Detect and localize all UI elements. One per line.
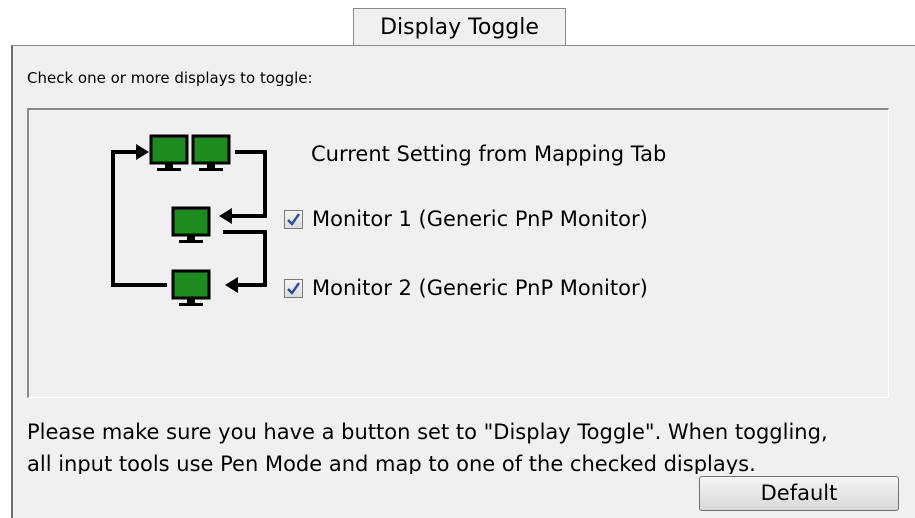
monitor-icon <box>171 269 211 306</box>
monitor-icon <box>149 134 189 171</box>
monitor-1-checkbox[interactable] <box>284 209 303 229</box>
monitor-1-option[interactable]: Monitor 1 (Generic PnP Monitor) <box>284 204 648 234</box>
monitor-icon <box>191 134 231 171</box>
monitor-icon <box>171 206 211 243</box>
checkmark-icon <box>287 281 300 295</box>
note-line: Please make sure you have a button set t… <box>27 420 828 444</box>
info-note: Please make sure you have a button set t… <box>27 416 907 474</box>
note-line: all input tools use Pen Mode and map to … <box>27 452 756 474</box>
monitor-2-label: Monitor 2 (Generic PnP Monitor) <box>312 276 648 300</box>
tab-display-toggle[interactable]: Display Toggle <box>353 8 566 46</box>
current-setting-label: Current Setting from Mapping Tab <box>311 142 667 166</box>
display-group-box: Current Setting from Mapping Tab Monitor… <box>27 108 889 398</box>
display-cycle-diagram <box>111 134 267 306</box>
instruction-label: Check one or more displays to toggle: <box>27 69 313 87</box>
display-toggle-panel: Check one or more displays to toggle: Cu… <box>11 45 915 518</box>
monitor-2-option[interactable]: Monitor 2 (Generic PnP Monitor) <box>284 273 648 303</box>
monitor-1-label: Monitor 1 (Generic PnP Monitor) <box>312 207 648 231</box>
monitor-2-checkbox[interactable] <box>284 278 303 298</box>
checkmark-icon <box>287 212 300 226</box>
default-button[interactable]: Default <box>699 476 899 511</box>
